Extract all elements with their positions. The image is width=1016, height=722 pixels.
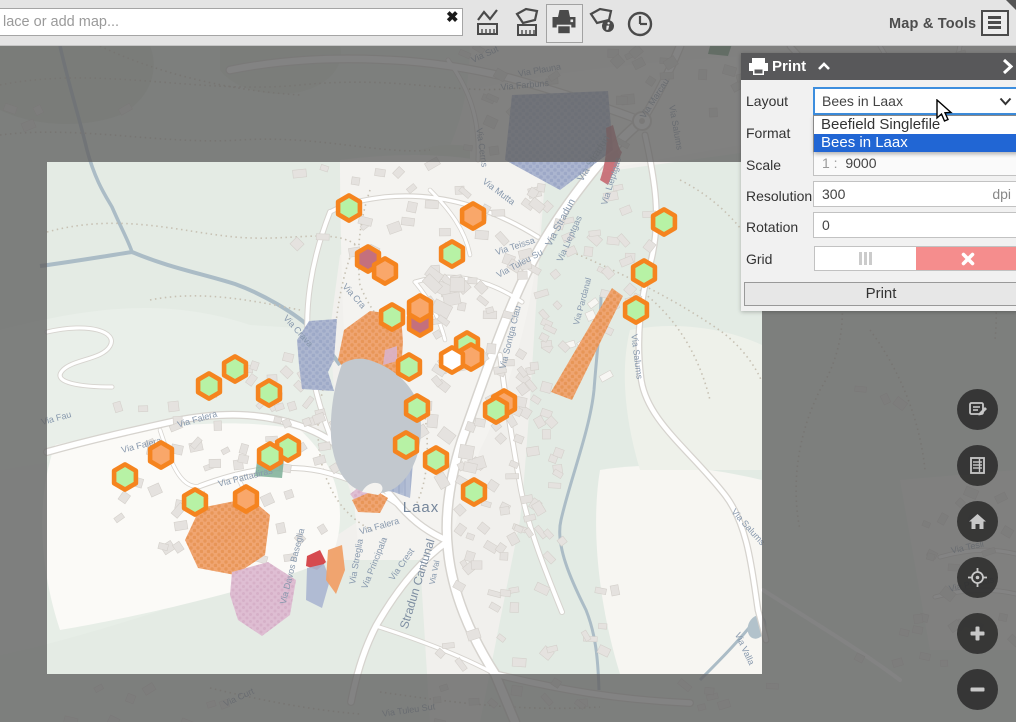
svg-text:Laax: Laax [403, 499, 440, 516]
